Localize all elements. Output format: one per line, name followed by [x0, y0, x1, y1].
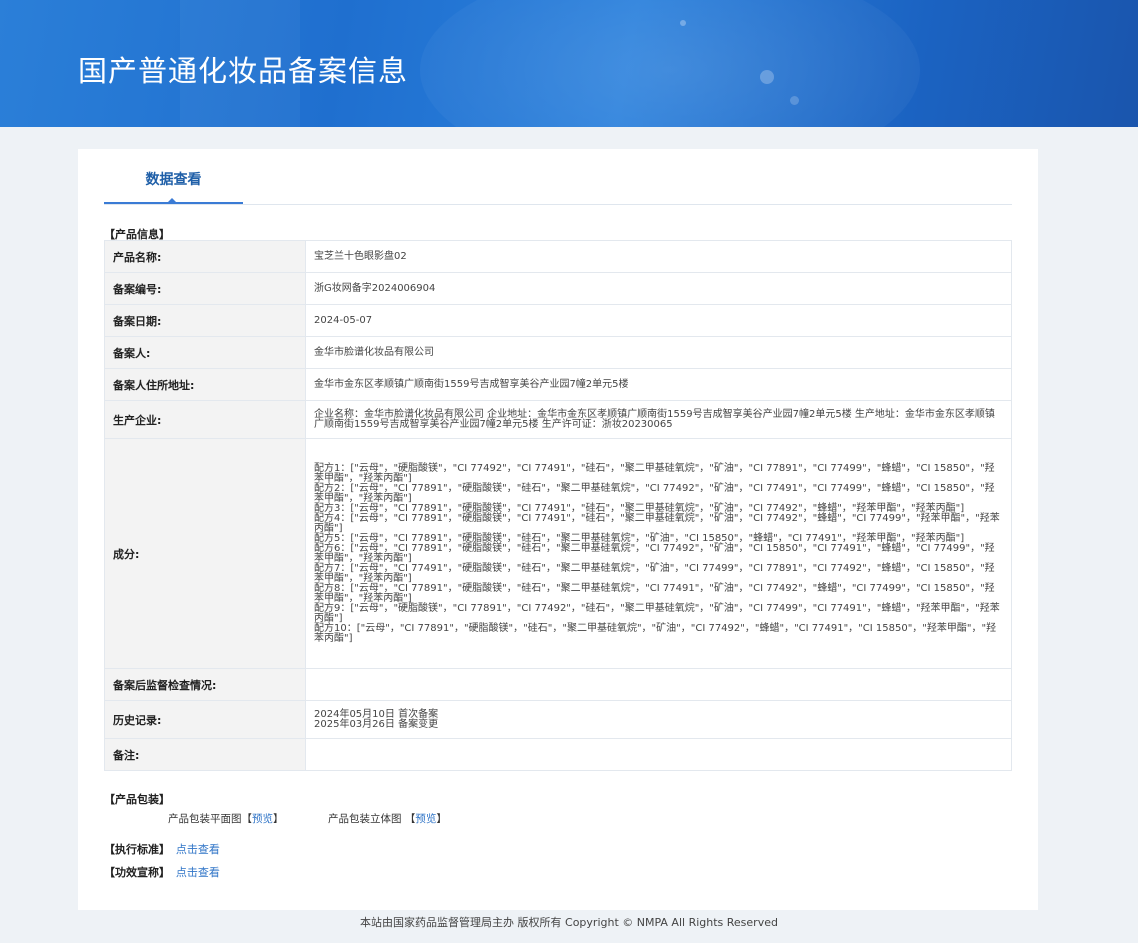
content-panel: 数据查看 【产品信息】 产品名称: 宝芝兰十色眼影盘02 备案编号: 浙G妆网备… — [78, 149, 1038, 910]
supervision-value — [305, 668, 1012, 701]
banner-decoration — [790, 96, 799, 105]
formula-line: 配方1：["云母"，"硬脂酸镁"，"CI 77492"，"CI 77491"，"… — [314, 462, 995, 484]
formula-line: 配方9：["云母"，"硬脂酸镁"，"CI 77891"，"CI 77492"，"… — [314, 602, 1000, 624]
remarks-value — [305, 738, 1012, 771]
table-row: 生产企业: 企业名称：金华市脸谱化妆品有限公司 企业地址：金华市金东区孝顺镇广顺… — [104, 400, 1012, 439]
table-row: 备案后监督检查情况: — [104, 668, 1012, 701]
tab-label: 数据查看 — [145, 172, 202, 188]
packaging-solid-label: 产品包装立体图 — [328, 813, 402, 825]
formula-line: 配方2：["云母"，"CI 77891"，"硬脂酸镁"，"硅石"，"聚二甲基硅氧… — [314, 482, 995, 504]
tab-data-view[interactable]: 数据查看 — [104, 149, 243, 204]
formula-line: 配方10：["云母"，"CI 77891"，"硬脂酸镁"，"硅石"，"聚二甲基硅… — [314, 622, 997, 644]
row-label: 备案编号: — [104, 272, 306, 305]
bracket: 】 — [273, 813, 284, 825]
header-banner: 国产普通化妆品备案信息 — [0, 0, 1138, 127]
standard-row: 【执行标准】 点击查看 — [104, 841, 220, 857]
table-row: 备案人住所地址: 金华市金东区孝顺镇广顺南街1559号吉成智享美谷产业园7幢2单… — [104, 368, 1012, 401]
efficacy-label: 【功效宣称】 — [104, 866, 170, 879]
row-label: 备案后监督检查情况: — [104, 668, 306, 701]
table-row: 备案人: 金华市脸谱化妆品有限公司 — [104, 336, 1012, 369]
formula-line: 配方7：["云母"，"CI 77491"，"硬脂酸镁"，"硅石"，"聚二甲基硅氧… — [314, 562, 995, 584]
formula-line: 配方6：["云母"，"CI 77891"，"硬脂酸镁"，"硅石"，"聚二甲基硅氧… — [314, 542, 995, 564]
packaging-heading: 【产品包装】 — [104, 793, 170, 806]
filer-value: 金华市脸谱化妆品有限公司 — [305, 336, 1012, 369]
table-row: 备案编号: 浙G妆网备字2024006904 — [104, 272, 1012, 305]
table-row: 备案日期: 2024-05-07 — [104, 304, 1012, 337]
banner-decoration — [420, 0, 920, 127]
filing-number-value: 浙G妆网备字2024006904 — [305, 272, 1012, 305]
packaging-flat-label: 产品包装平面图 — [168, 813, 242, 825]
formula-line: 配方4：["云母"，"CI 77891"，"硬脂酸镁"，"CI 77491"，"… — [314, 512, 1000, 534]
row-label: 历史记录: — [104, 700, 306, 739]
flat-preview-link[interactable]: 预览 — [252, 813, 273, 825]
formula-line: 配方5：["云母"，"CI 77891"，"硬脂酸镁"，"硅石"，"聚二甲基硅氧… — [314, 532, 965, 544]
solid-preview-link[interactable]: 预览 — [415, 813, 436, 825]
product-name-value: 宝芝兰十色眼影盘02 — [305, 240, 1012, 273]
product-info-table: 产品名称: 宝芝兰十色眼影盘02 备案编号: 浙G妆网备字2024006904 … — [104, 240, 1012, 771]
table-row: 历史记录: 2024年05月10日 首次备案 2025年03月26日 备案变更 — [104, 700, 1012, 739]
row-label: 产品名称: — [104, 240, 306, 273]
banner-decoration — [680, 20, 686, 26]
history-value: 2024年05月10日 首次备案 2025年03月26日 备案变更 — [305, 700, 1012, 739]
formula-line: 配方8：["云母"，"CI 77891"，"硬脂酸镁"，"硅石"，"聚二甲基硅氧… — [314, 582, 995, 604]
row-label: 生产企业: — [104, 400, 306, 439]
row-label: 备案日期: — [104, 304, 306, 337]
filing-date-value: 2024-05-07 — [305, 304, 1012, 337]
row-label: 备案人住所地址: — [104, 368, 306, 401]
row-label: 成分: — [104, 438, 306, 669]
packaging-flat-row: 产品包装平面图【预览】 — [168, 811, 284, 826]
bracket: 【 — [404, 813, 416, 825]
table-row: 成分: 配方1：["云母"，"硬脂酸镁"，"CI 77492"，"CI 7749… — [104, 438, 1012, 669]
history-line: 2024年05月10日 首次备案 — [314, 708, 439, 720]
footer-copyright: 本站由国家药品监督管理局主办 版权所有 Copyright © NMPA All… — [360, 916, 778, 929]
bracket: 】 — [436, 813, 447, 825]
standard-view-link[interactable]: 点击查看 — [176, 843, 220, 856]
active-tab-caret-icon — [167, 198, 177, 203]
efficacy-view-link[interactable]: 点击查看 — [176, 866, 220, 879]
table-row: 产品名称: 宝芝兰十色眼影盘02 — [104, 240, 1012, 273]
formula-line: 配方3：["云母"，"CI 77891"，"硬脂酸镁"，"CI 77491"，"… — [314, 502, 965, 514]
page-title: 国产普通化妆品备案信息 — [78, 54, 409, 88]
efficacy-row: 【功效宣称】 点击查看 — [104, 864, 220, 880]
tab-bar: 数据查看 — [104, 149, 1012, 205]
row-label: 备注: — [104, 738, 306, 771]
filer-address-value: 金华市金东区孝顺镇广顺南街1559号吉成智享美谷产业园7幢2单元5楼 — [305, 368, 1012, 401]
manufacturer-value: 企业名称：金华市脸谱化妆品有限公司 企业地址：金华市金东区孝顺镇广顺南街1559… — [305, 400, 1012, 439]
history-line: 2025年03月26日 备案变更 — [314, 718, 439, 730]
bracket: 【 — [241, 813, 253, 825]
banner-decoration — [760, 70, 774, 84]
standard-label: 【执行标准】 — [104, 843, 170, 856]
row-label: 备案人: — [104, 336, 306, 369]
ingredients-value: 配方1：["云母"，"硬脂酸镁"，"CI 77492"，"CI 77491"，"… — [305, 438, 1012, 669]
packaging-solid-row: 产品包装立体图 【预览】 — [328, 811, 447, 826]
table-row: 备注: — [104, 738, 1012, 771]
